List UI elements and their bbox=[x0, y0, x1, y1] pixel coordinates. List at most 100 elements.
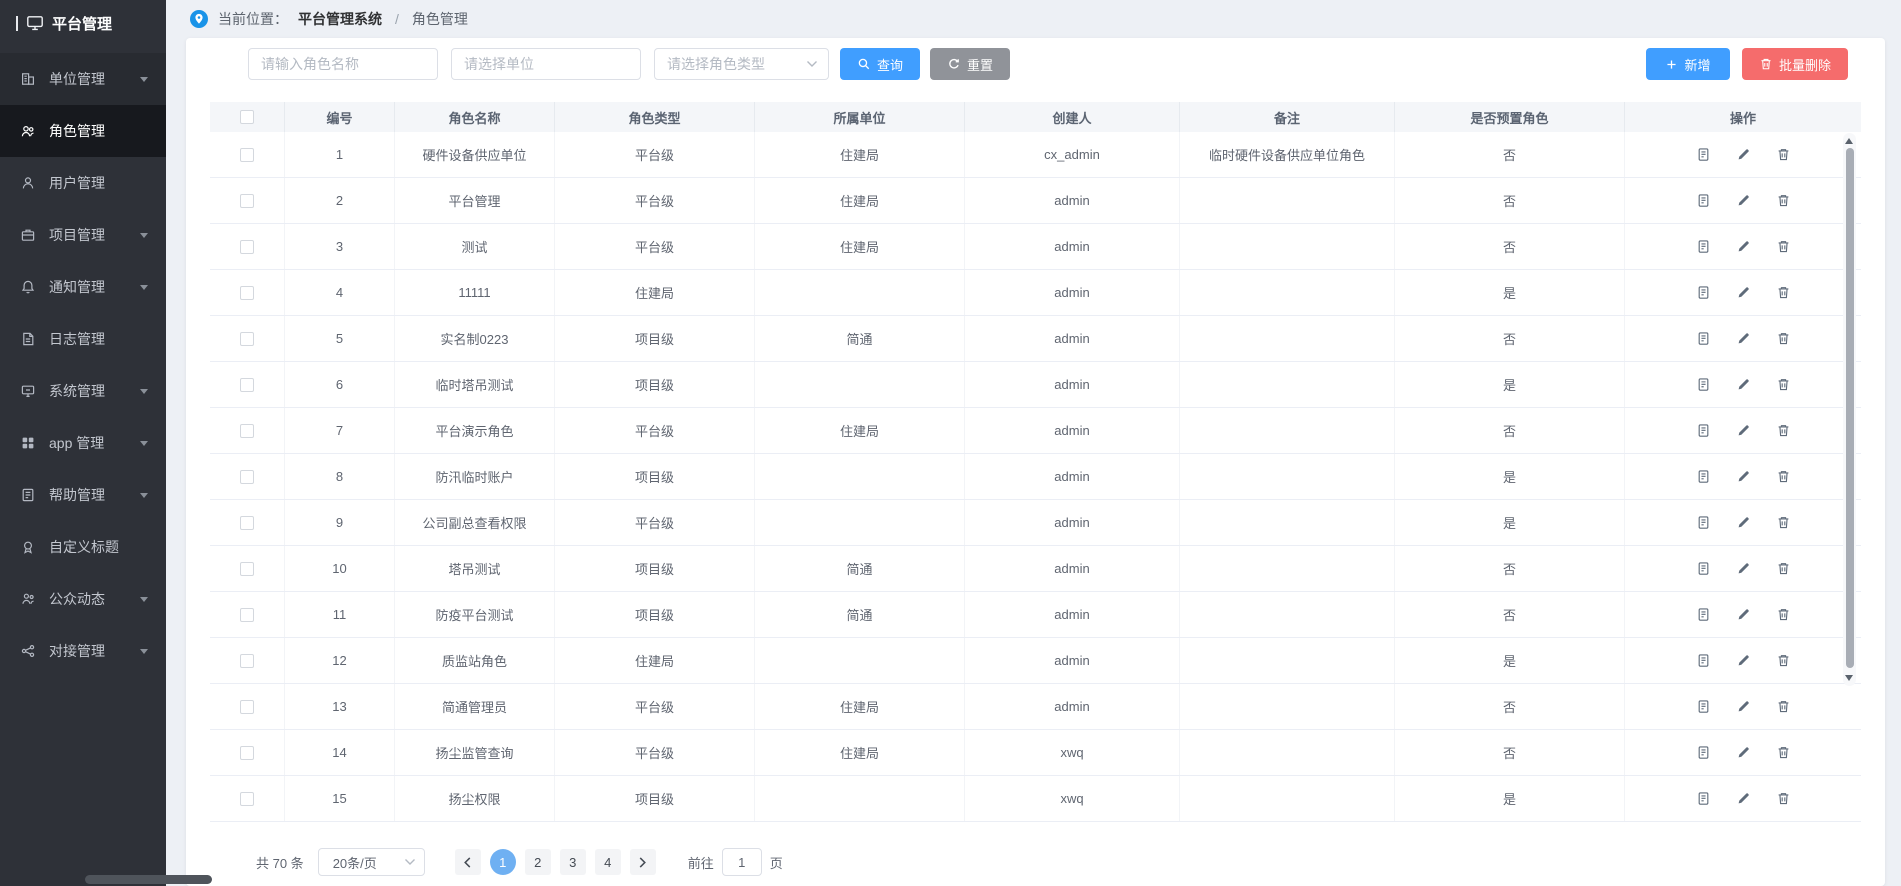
view-button[interactable] bbox=[1696, 515, 1711, 530]
app-logo: 平台管理 bbox=[0, 0, 166, 46]
sidebar-item-10[interactable]: 公众动态 bbox=[0, 573, 166, 625]
delete-button[interactable] bbox=[1776, 561, 1791, 576]
edit-button[interactable] bbox=[1736, 791, 1751, 806]
breadcrumb-separator: / bbox=[395, 11, 399, 27]
edit-button[interactable] bbox=[1736, 239, 1751, 254]
row-checkbox[interactable] bbox=[240, 470, 254, 484]
page-button-3[interactable]: 3 bbox=[560, 849, 586, 875]
breadcrumb-root[interactable]: 平台管理系统 bbox=[298, 9, 382, 29]
view-button[interactable] bbox=[1696, 469, 1711, 484]
reset-button[interactable]: 重置 bbox=[930, 48, 1010, 80]
view-button[interactable] bbox=[1696, 147, 1711, 162]
sidebar-item-7[interactable]: app 管理 bbox=[0, 417, 166, 469]
sidebar-item-8[interactable]: 帮助管理 bbox=[0, 469, 166, 521]
prev-page-button[interactable] bbox=[455, 849, 481, 875]
page-size-select[interactable]: 20条/页 bbox=[318, 848, 425, 876]
add-button[interactable]: 新增 bbox=[1646, 48, 1730, 80]
chevron-left-icon bbox=[462, 856, 473, 869]
edit-button[interactable] bbox=[1736, 745, 1751, 760]
row-checkbox[interactable] bbox=[240, 240, 254, 254]
delete-button[interactable] bbox=[1776, 423, 1791, 438]
delete-button[interactable] bbox=[1776, 791, 1791, 806]
row-checkbox[interactable] bbox=[240, 608, 254, 622]
goto-page-input[interactable] bbox=[722, 848, 762, 876]
sidebar-item-0[interactable]: 单位管理 bbox=[0, 53, 166, 105]
sidebar-item-4[interactable]: 通知管理 bbox=[0, 261, 166, 313]
view-button[interactable] bbox=[1696, 653, 1711, 668]
row-checkbox[interactable] bbox=[240, 378, 254, 392]
horizontal-scrollbar-thumb[interactable] bbox=[85, 875, 212, 884]
edit-button[interactable] bbox=[1736, 699, 1751, 714]
role-name-input[interactable] bbox=[248, 48, 438, 80]
delete-button[interactable] bbox=[1776, 193, 1791, 208]
row-checkbox[interactable] bbox=[240, 194, 254, 208]
delete-button[interactable] bbox=[1776, 469, 1791, 484]
view-button[interactable] bbox=[1696, 699, 1711, 714]
unit-input[interactable] bbox=[451, 48, 641, 80]
edit-button[interactable] bbox=[1736, 377, 1751, 392]
row-checkbox[interactable] bbox=[240, 148, 254, 162]
row-checkbox[interactable] bbox=[240, 700, 254, 714]
view-button[interactable] bbox=[1696, 423, 1711, 438]
delete-button[interactable] bbox=[1776, 745, 1791, 760]
role-type-select[interactable]: 请选择角色类型 bbox=[654, 48, 829, 80]
view-button[interactable] bbox=[1696, 239, 1711, 254]
row-checkbox[interactable] bbox=[240, 424, 254, 438]
delete-button[interactable] bbox=[1776, 239, 1791, 254]
row-checkbox[interactable] bbox=[240, 654, 254, 668]
view-button[interactable] bbox=[1696, 377, 1711, 392]
next-page-button[interactable] bbox=[630, 849, 656, 875]
scroll-up-icon[interactable] bbox=[1845, 138, 1853, 144]
view-button[interactable] bbox=[1696, 331, 1711, 346]
delete-button[interactable] bbox=[1776, 607, 1791, 622]
view-button[interactable] bbox=[1696, 791, 1711, 806]
edit-button[interactable] bbox=[1736, 193, 1751, 208]
scroll-down-icon[interactable] bbox=[1845, 675, 1853, 681]
cell-unit bbox=[755, 454, 965, 499]
edit-button[interactable] bbox=[1736, 147, 1751, 162]
edit-button[interactable] bbox=[1736, 561, 1751, 576]
edit-button[interactable] bbox=[1736, 469, 1751, 484]
view-button[interactable] bbox=[1696, 561, 1711, 576]
row-checkbox[interactable] bbox=[240, 792, 254, 806]
row-checkbox[interactable] bbox=[240, 562, 254, 576]
delete-button[interactable] bbox=[1776, 147, 1791, 162]
row-checkbox[interactable] bbox=[240, 746, 254, 760]
delete-button[interactable] bbox=[1776, 515, 1791, 530]
sidebar-item-5[interactable]: 日志管理 bbox=[0, 313, 166, 365]
row-checkbox[interactable] bbox=[240, 516, 254, 530]
cell-creator: admin bbox=[965, 224, 1180, 269]
row-checkbox[interactable] bbox=[240, 332, 254, 346]
scrollbar-thumb[interactable] bbox=[1846, 148, 1854, 668]
sidebar-item-1[interactable]: 角色管理 bbox=[0, 105, 166, 157]
logo-divider bbox=[16, 16, 18, 31]
delete-button[interactable] bbox=[1776, 377, 1791, 392]
view-button[interactable] bbox=[1696, 285, 1711, 300]
sidebar-item-11[interactable]: 对接管理 bbox=[0, 625, 166, 677]
page-button-1[interactable]: 1 bbox=[490, 849, 516, 875]
edit-button[interactable] bbox=[1736, 331, 1751, 346]
table-scrollbar[interactable] bbox=[1843, 133, 1856, 686]
edit-button[interactable] bbox=[1736, 515, 1751, 530]
sidebar-item-6[interactable]: 系统管理 bbox=[0, 365, 166, 417]
search-button[interactable]: 查询 bbox=[840, 48, 920, 80]
row-checkbox[interactable] bbox=[240, 286, 254, 300]
sidebar-item-9[interactable]: 自定义标题 bbox=[0, 521, 166, 573]
view-button[interactable] bbox=[1696, 745, 1711, 760]
batch-delete-button[interactable]: 批量删除 bbox=[1742, 48, 1848, 80]
sidebar-item-3[interactable]: 项目管理 bbox=[0, 209, 166, 261]
edit-button[interactable] bbox=[1736, 285, 1751, 300]
delete-button[interactable] bbox=[1776, 285, 1791, 300]
page-button-4[interactable]: 4 bbox=[595, 849, 621, 875]
view-button[interactable] bbox=[1696, 607, 1711, 622]
delete-button[interactable] bbox=[1776, 331, 1791, 346]
page-button-2[interactable]: 2 bbox=[525, 849, 551, 875]
edit-button[interactable] bbox=[1736, 423, 1751, 438]
delete-button[interactable] bbox=[1776, 653, 1791, 668]
select-all-checkbox[interactable] bbox=[240, 110, 254, 124]
delete-button[interactable] bbox=[1776, 699, 1791, 714]
view-button[interactable] bbox=[1696, 193, 1711, 208]
edit-button[interactable] bbox=[1736, 653, 1751, 668]
sidebar-item-2[interactable]: 用户管理 bbox=[0, 157, 166, 209]
edit-button[interactable] bbox=[1736, 607, 1751, 622]
